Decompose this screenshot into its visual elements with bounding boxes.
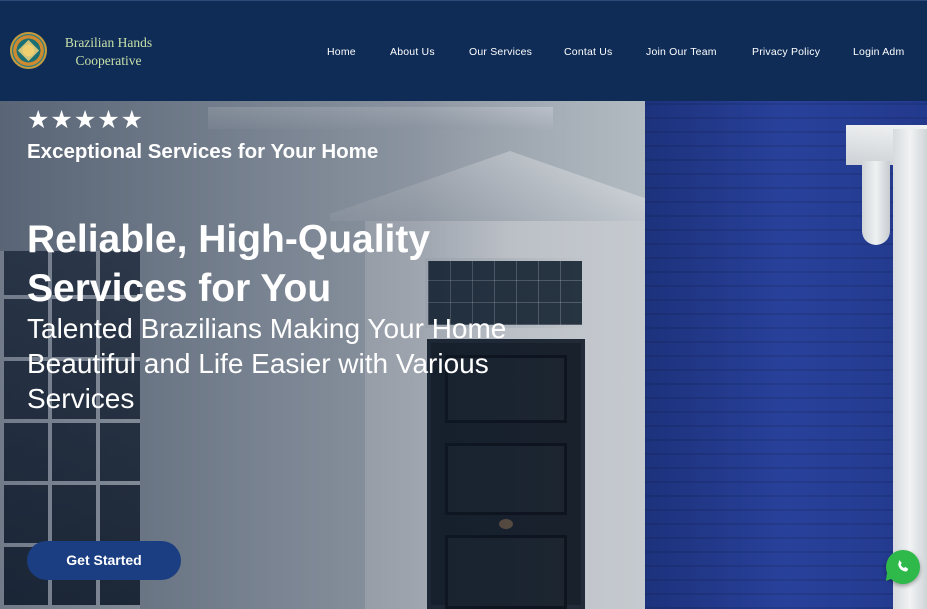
nav-our-services[interactable]: Our Services [469,46,532,58]
nav-login-adm[interactable]: Login Adm [853,46,904,58]
hero-section: ★★★★★ Exceptional Services for Your Home… [0,101,927,609]
get-started-button[interactable]: Get Started [27,541,181,580]
nav-join-our-team[interactable]: Join Our Team [646,46,717,58]
rating-stars: ★★★★★ [27,106,145,134]
nav-about-us[interactable]: About Us [390,46,435,58]
site-header: Brazilian Hands Cooperative Home About U… [0,0,927,101]
main-nav: Home About Us Our Services Contat Us Joi… [0,46,927,62]
nav-home[interactable]: Home [327,46,356,58]
hero-headline: Reliable, High-Quality Services for You [27,218,431,310]
phone-icon [898,560,909,572]
hero-tagline: Exceptional Services for Your Home [27,140,379,163]
hero-subheadline: Talented Brazilians Making Your Home Bea… [27,313,507,414]
nav-privacy-policy[interactable]: Privacy Policy [752,46,820,58]
whatsapp-icon[interactable] [886,550,920,584]
nav-contact-us[interactable]: Contat Us [564,46,613,58]
